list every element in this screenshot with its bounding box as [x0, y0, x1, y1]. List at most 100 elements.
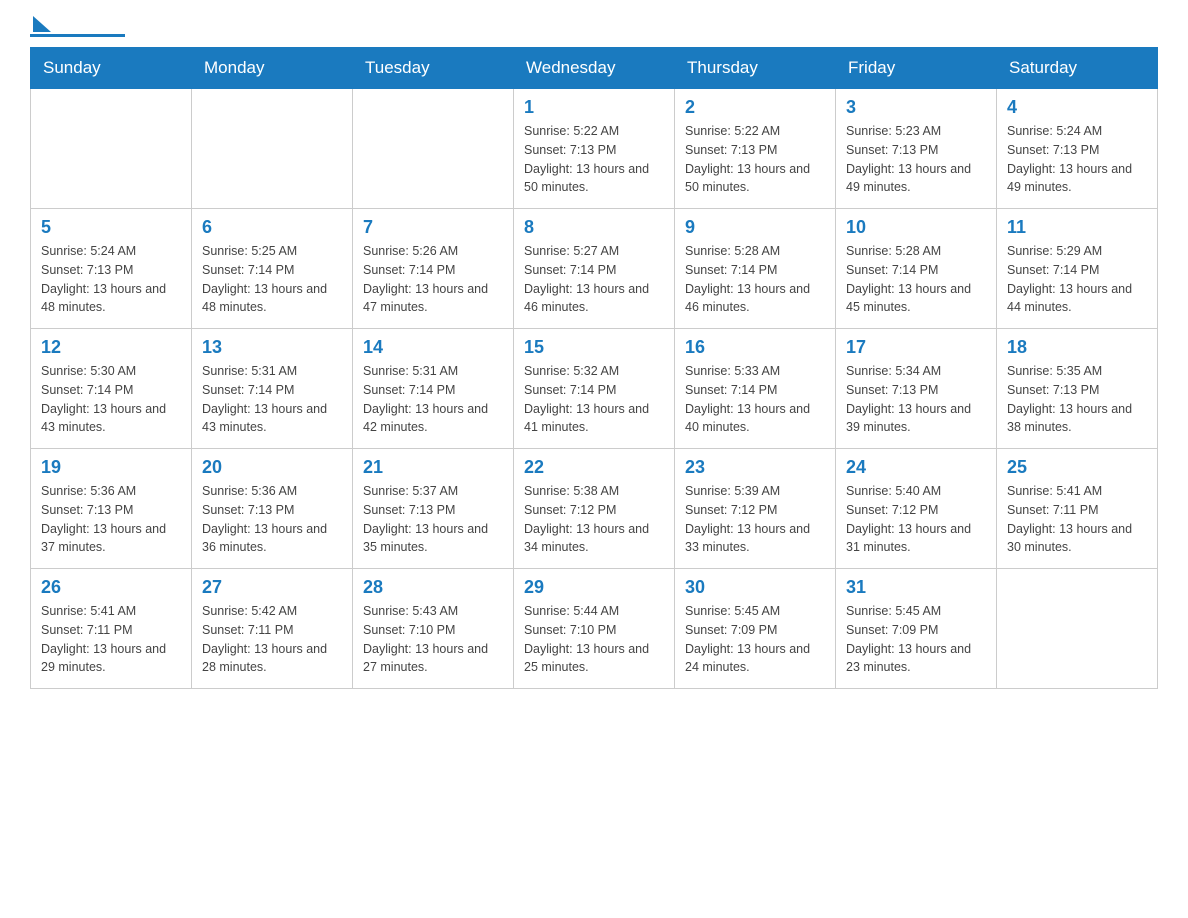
calendar-cell: 24Sunrise: 5:40 AM Sunset: 7:12 PM Dayli… — [836, 449, 997, 569]
day-number: 3 — [846, 97, 986, 118]
calendar-header-row: SundayMondayTuesdayWednesdayThursdayFrid… — [31, 48, 1158, 89]
day-info: Sunrise: 5:43 AM Sunset: 7:10 PM Dayligh… — [363, 602, 503, 677]
day-info: Sunrise: 5:41 AM Sunset: 7:11 PM Dayligh… — [41, 602, 181, 677]
day-number: 4 — [1007, 97, 1147, 118]
day-info: Sunrise: 5:44 AM Sunset: 7:10 PM Dayligh… — [524, 602, 664, 677]
calendar-cell: 19 Sunrise: 5:36 AM Sunset: 7:13 PM Dayli… — [31, 449, 192, 569]
day-info: Sunrise: 5:31 AM Sunset: 7:14 PM Dayligh… — [202, 362, 342, 437]
calendar-cell: 12Sunrise: 5:30 AM Sunset: 7:14 PM Dayli… — [31, 329, 192, 449]
calendar-cell: 17 Sunrise: 5:34 AM Sunset: 7:13 PM Dayli… — [836, 329, 997, 449]
logo-triangle-icon — [33, 16, 51, 32]
calendar-cell: 9 Sunrise: 5:28 AM Sunset: 7:14 PM Daylig… — [675, 209, 836, 329]
calendar-cell — [31, 89, 192, 209]
calendar-cell: 2 Sunrise: 5:22 AM Sunset: 7:13 PM Daylig… — [675, 89, 836, 209]
calendar-cell: 15 Sunrise: 5:32 AM Sunset: 7:14 PM Dayli… — [514, 329, 675, 449]
day-number: 13 — [202, 337, 342, 358]
day-number: 22 — [524, 457, 664, 478]
day-info: Sunrise: 5:32 AM Sunset: 7:14 PM Dayligh… — [524, 362, 664, 437]
day-info: Sunrise: 5:45 AM Sunset: 7:09 PM Dayligh… — [685, 602, 825, 677]
calendar-cell: 30Sunrise: 5:45 AM Sunset: 7:09 PM Dayli… — [675, 569, 836, 689]
day-number: 12 — [41, 337, 181, 358]
day-number: 15 — [524, 337, 664, 358]
day-number: 27 — [202, 577, 342, 598]
day-number: 6 — [202, 217, 342, 238]
calendar-cell: 26 Sunrise: 5:41 AM Sunset: 7:11 PM Dayli… — [31, 569, 192, 689]
day-info: Sunrise: 5:39 AM Sunset: 7:12 PM Dayligh… — [685, 482, 825, 557]
calendar-cell: 13 Sunrise: 5:31 AM Sunset: 7:14 PM Dayli… — [192, 329, 353, 449]
day-info: Sunrise: 5:28 AM Sunset: 7:14 PM Dayligh… — [685, 242, 825, 317]
calendar-week-row: 26 Sunrise: 5:41 AM Sunset: 7:11 PM Dayli… — [31, 569, 1158, 689]
calendar-week-row: 5 Sunrise: 5:24 AM Sunset: 7:13 PM Daylig… — [31, 209, 1158, 329]
calendar-cell — [353, 89, 514, 209]
day-number: 25 — [1007, 457, 1147, 478]
day-info: Sunrise: 5:35 AM Sunset: 7:13 PM Dayligh… — [1007, 362, 1147, 437]
calendar-cell: 14Sunrise: 5:31 AM Sunset: 7:14 PM Dayli… — [353, 329, 514, 449]
calendar-cell: 23 Sunrise: 5:39 AM Sunset: 7:12 PM Dayli… — [675, 449, 836, 569]
calendar-cell: 28 Sunrise: 5:43 AM Sunset: 7:10 PM Dayli… — [353, 569, 514, 689]
calendar-cell: 10Sunrise: 5:28 AM Sunset: 7:14 PM Dayli… — [836, 209, 997, 329]
logo — [30, 20, 125, 37]
calendar-cell: 5 Sunrise: 5:24 AM Sunset: 7:13 PM Daylig… — [31, 209, 192, 329]
day-number: 2 — [685, 97, 825, 118]
calendar-cell: 31 Sunrise: 5:45 AM Sunset: 7:09 PM Dayli… — [836, 569, 997, 689]
calendar-cell: 11 Sunrise: 5:29 AM Sunset: 7:14 PM Dayli… — [997, 209, 1158, 329]
day-number: 8 — [524, 217, 664, 238]
day-number: 16 — [685, 337, 825, 358]
calendar-cell: 25 Sunrise: 5:41 AM Sunset: 7:11 PM Dayli… — [997, 449, 1158, 569]
day-info: Sunrise: 5:25 AM Sunset: 7:14 PM Dayligh… — [202, 242, 342, 317]
day-info: Sunrise: 5:24 AM Sunset: 7:13 PM Dayligh… — [1007, 122, 1147, 197]
day-info: Sunrise: 5:36 AM Sunset: 7:13 PM Dayligh… — [41, 482, 181, 557]
day-number: 9 — [685, 217, 825, 238]
day-info: Sunrise: 5:24 AM Sunset: 7:13 PM Dayligh… — [41, 242, 181, 317]
day-info: Sunrise: 5:33 AM Sunset: 7:14 PM Dayligh… — [685, 362, 825, 437]
day-info: Sunrise: 5:31 AM Sunset: 7:14 PM Dayligh… — [363, 362, 503, 437]
day-number: 18 — [1007, 337, 1147, 358]
day-info: Sunrise: 5:26 AM Sunset: 7:14 PM Dayligh… — [363, 242, 503, 317]
day-number: 23 — [685, 457, 825, 478]
calendar-header-monday: Monday — [192, 48, 353, 89]
day-info: Sunrise: 5:45 AM Sunset: 7:09 PM Dayligh… — [846, 602, 986, 677]
day-number: 19 — [41, 457, 181, 478]
day-info: Sunrise: 5:23 AM Sunset: 7:13 PM Dayligh… — [846, 122, 986, 197]
day-info: Sunrise: 5:27 AM Sunset: 7:14 PM Dayligh… — [524, 242, 664, 317]
day-number: 5 — [41, 217, 181, 238]
calendar-cell: 18 Sunrise: 5:35 AM Sunset: 7:13 PM Dayli… — [997, 329, 1158, 449]
day-info: Sunrise: 5:34 AM Sunset: 7:13 PM Dayligh… — [846, 362, 986, 437]
calendar-cell: 16 Sunrise: 5:33 AM Sunset: 7:14 PM Dayli… — [675, 329, 836, 449]
day-number: 11 — [1007, 217, 1147, 238]
calendar-cell: 3 Sunrise: 5:23 AM Sunset: 7:13 PM Daylig… — [836, 89, 997, 209]
day-number: 17 — [846, 337, 986, 358]
calendar-header-tuesday: Tuesday — [353, 48, 514, 89]
day-info: Sunrise: 5:28 AM Sunset: 7:14 PM Dayligh… — [846, 242, 986, 317]
calendar-table: SundayMondayTuesdayWednesdayThursdayFrid… — [30, 47, 1158, 689]
day-number: 1 — [524, 97, 664, 118]
day-number: 24 — [846, 457, 986, 478]
calendar-header-wednesday: Wednesday — [514, 48, 675, 89]
calendar-cell: 4 Sunrise: 5:24 AM Sunset: 7:13 PM Daylig… — [997, 89, 1158, 209]
calendar-cell — [192, 89, 353, 209]
day-number: 7 — [363, 217, 503, 238]
day-number: 28 — [363, 577, 503, 598]
day-number: 20 — [202, 457, 342, 478]
page-header — [30, 20, 1158, 37]
day-number: 26 — [41, 577, 181, 598]
day-info: Sunrise: 5:42 AM Sunset: 7:11 PM Dayligh… — [202, 602, 342, 677]
calendar-header-thursday: Thursday — [675, 48, 836, 89]
calendar-week-row: 1 Sunrise: 5:22 AM Sunset: 7:13 PM Daylig… — [31, 89, 1158, 209]
day-info: Sunrise: 5:22 AM Sunset: 7:13 PM Dayligh… — [685, 122, 825, 197]
calendar-header-saturday: Saturday — [997, 48, 1158, 89]
calendar-cell: 20 Sunrise: 5:36 AM Sunset: 7:13 PM Dayli… — [192, 449, 353, 569]
calendar-header-friday: Friday — [836, 48, 997, 89]
day-info: Sunrise: 5:41 AM Sunset: 7:11 PM Dayligh… — [1007, 482, 1147, 557]
day-number: 31 — [846, 577, 986, 598]
day-info: Sunrise: 5:38 AM Sunset: 7:12 PM Dayligh… — [524, 482, 664, 557]
calendar-cell: 29Sunrise: 5:44 AM Sunset: 7:10 PM Dayli… — [514, 569, 675, 689]
day-number: 21 — [363, 457, 503, 478]
day-info: Sunrise: 5:22 AM Sunset: 7:13 PM Dayligh… — [524, 122, 664, 197]
calendar-cell — [997, 569, 1158, 689]
calendar-cell: 7 Sunrise: 5:26 AM Sunset: 7:14 PM Daylig… — [353, 209, 514, 329]
calendar-cell: 22 Sunrise: 5:38 AM Sunset: 7:12 PM Dayli… — [514, 449, 675, 569]
calendar-cell: 6 Sunrise: 5:25 AM Sunset: 7:14 PM Daylig… — [192, 209, 353, 329]
day-info: Sunrise: 5:29 AM Sunset: 7:14 PM Dayligh… — [1007, 242, 1147, 317]
day-info: Sunrise: 5:36 AM Sunset: 7:13 PM Dayligh… — [202, 482, 342, 557]
